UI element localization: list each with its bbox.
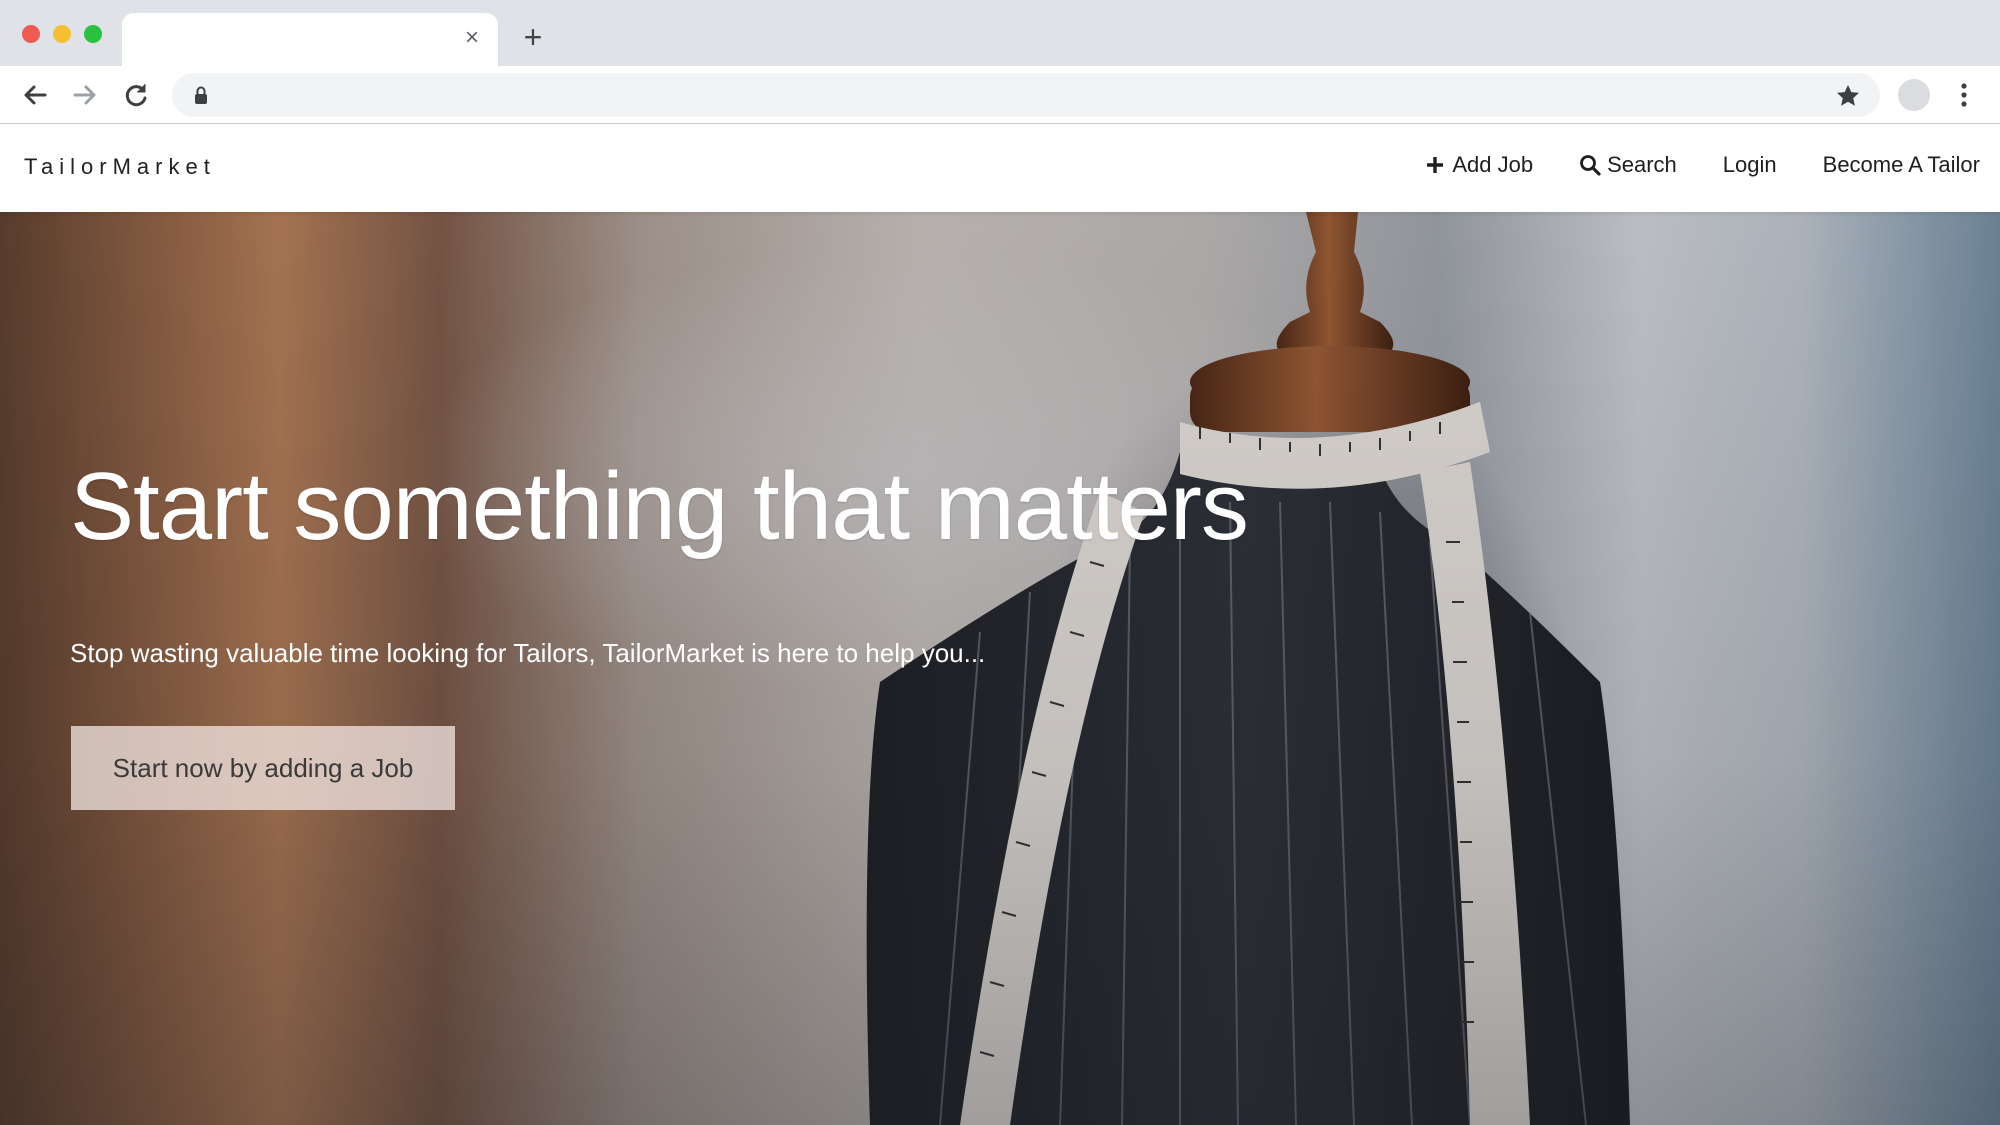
nav-add-job-label: Add Job — [1452, 152, 1534, 177]
nav-search[interactable]: Search — [1579, 152, 1677, 178]
address-bar[interactable] — [172, 73, 1880, 117]
new-tab-icon[interactable]: + — [518, 21, 548, 53]
nav-search-label: Search — [1607, 152, 1677, 177]
brand-logo[interactable]: TailorMarket — [24, 154, 216, 180]
back-arrow-icon[interactable] — [18, 78, 52, 112]
nav-add-job[interactable]: Add Job — [1424, 152, 1533, 178]
browser-tab[interactable]: × — [122, 13, 498, 66]
window-maximize-button[interactable] — [84, 25, 102, 43]
nav-login-label: Login — [1722, 152, 1777, 177]
nav-become-a-tailor[interactable]: Become A Tailor — [1823, 152, 1980, 178]
profile-avatar[interactable] — [1898, 79, 1930, 111]
nav-become-a-tailor-label: Become A Tailor — [1822, 152, 1980, 177]
window-close-button[interactable] — [22, 25, 40, 43]
hero-subtitle: Stop wasting valuable time looking for T… — [70, 638, 986, 668]
site-navbar: TailorMarket Add Job Search Login Become… — [0, 124, 2000, 212]
browser-toolbar — [0, 66, 2000, 124]
more-menu-icon[interactable] — [1954, 79, 1974, 111]
hero-section: Start something that matters Stop wastin… — [0, 212, 2000, 1125]
add-job-cta-button[interactable]: Start now by adding a Job — [71, 726, 455, 810]
plus-icon — [1427, 157, 1444, 173]
window-minimize-button[interactable] — [53, 25, 71, 43]
hero-title: Start something that matters — [70, 453, 1249, 560]
browser-tab-bar: × + — [0, 0, 2000, 66]
bookmark-star-icon[interactable] — [1834, 82, 1862, 110]
tab-close-icon[interactable]: × — [460, 25, 484, 51]
nav-links: Add Job Search Login Become A Tailor — [1424, 152, 1980, 178]
search-icon — [1580, 155, 1601, 176]
reload-icon[interactable] — [119, 78, 153, 112]
forward-arrow-icon[interactable] — [68, 78, 102, 112]
nav-login[interactable]: Login — [1723, 152, 1777, 178]
lock-icon — [190, 84, 212, 106]
